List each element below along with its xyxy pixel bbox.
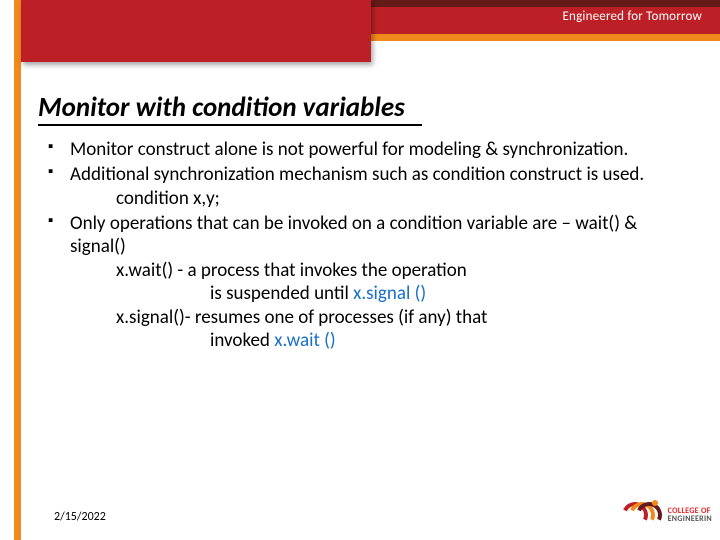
- xwait-link[interactable]: x.wait (): [274, 329, 335, 352]
- logo-line2: ENGINEERIN: [668, 515, 712, 523]
- xsignal-link[interactable]: x.signal (): [353, 282, 426, 305]
- red-drop-block: [21, 0, 371, 62]
- footer-date: 2/15/2022: [54, 510, 106, 524]
- bullet-3-line-invoked: invoked x.wait (): [70, 329, 686, 352]
- invoked-prefix: invoked: [210, 329, 274, 352]
- logo-text: COLLEGE OF ENGINEERIN: [668, 507, 712, 524]
- bullet-3-line-signal: x.signal()- resumes one of processes (if…: [70, 306, 686, 329]
- bullet-3-line-suspend: is suspended until x.signal (): [70, 282, 686, 305]
- bullet-2-text: Additional synchronization mechanism suc…: [70, 163, 644, 186]
- footer-logo: COLLEGE OF ENGINEERIN: [622, 500, 712, 530]
- slide-title: Monitor with condition variables: [38, 91, 405, 124]
- slide: Engineered for Tomorrow Monitor with con…: [0, 0, 720, 540]
- bullet-3-line-wait: x.wait() - a process that invokes the op…: [70, 259, 686, 282]
- bullet-1-text: Monitor construct alone is not powerful …: [70, 138, 628, 161]
- suspend-prefix: is suspended until: [210, 282, 353, 305]
- bullet-3: Only operations that can be invoked on a…: [46, 212, 686, 352]
- slide-body: Monitor construct alone is not powerful …: [46, 138, 686, 354]
- bullet-2-sub: condition x,y;: [70, 187, 686, 210]
- logo-mark-icon: [622, 502, 662, 528]
- bullet-2: Additional synchronization mechanism suc…: [46, 163, 686, 210]
- title-underline: [38, 124, 422, 126]
- left-orange-bar: [14, 0, 21, 540]
- left-white-bar: [0, 0, 14, 540]
- bullet-3-text: Only operations that can be invoked on a…: [70, 212, 637, 258]
- tagline-text: Engineered for Tomorrow: [563, 9, 703, 24]
- bullet-1: Monitor construct alone is not powerful …: [46, 138, 686, 161]
